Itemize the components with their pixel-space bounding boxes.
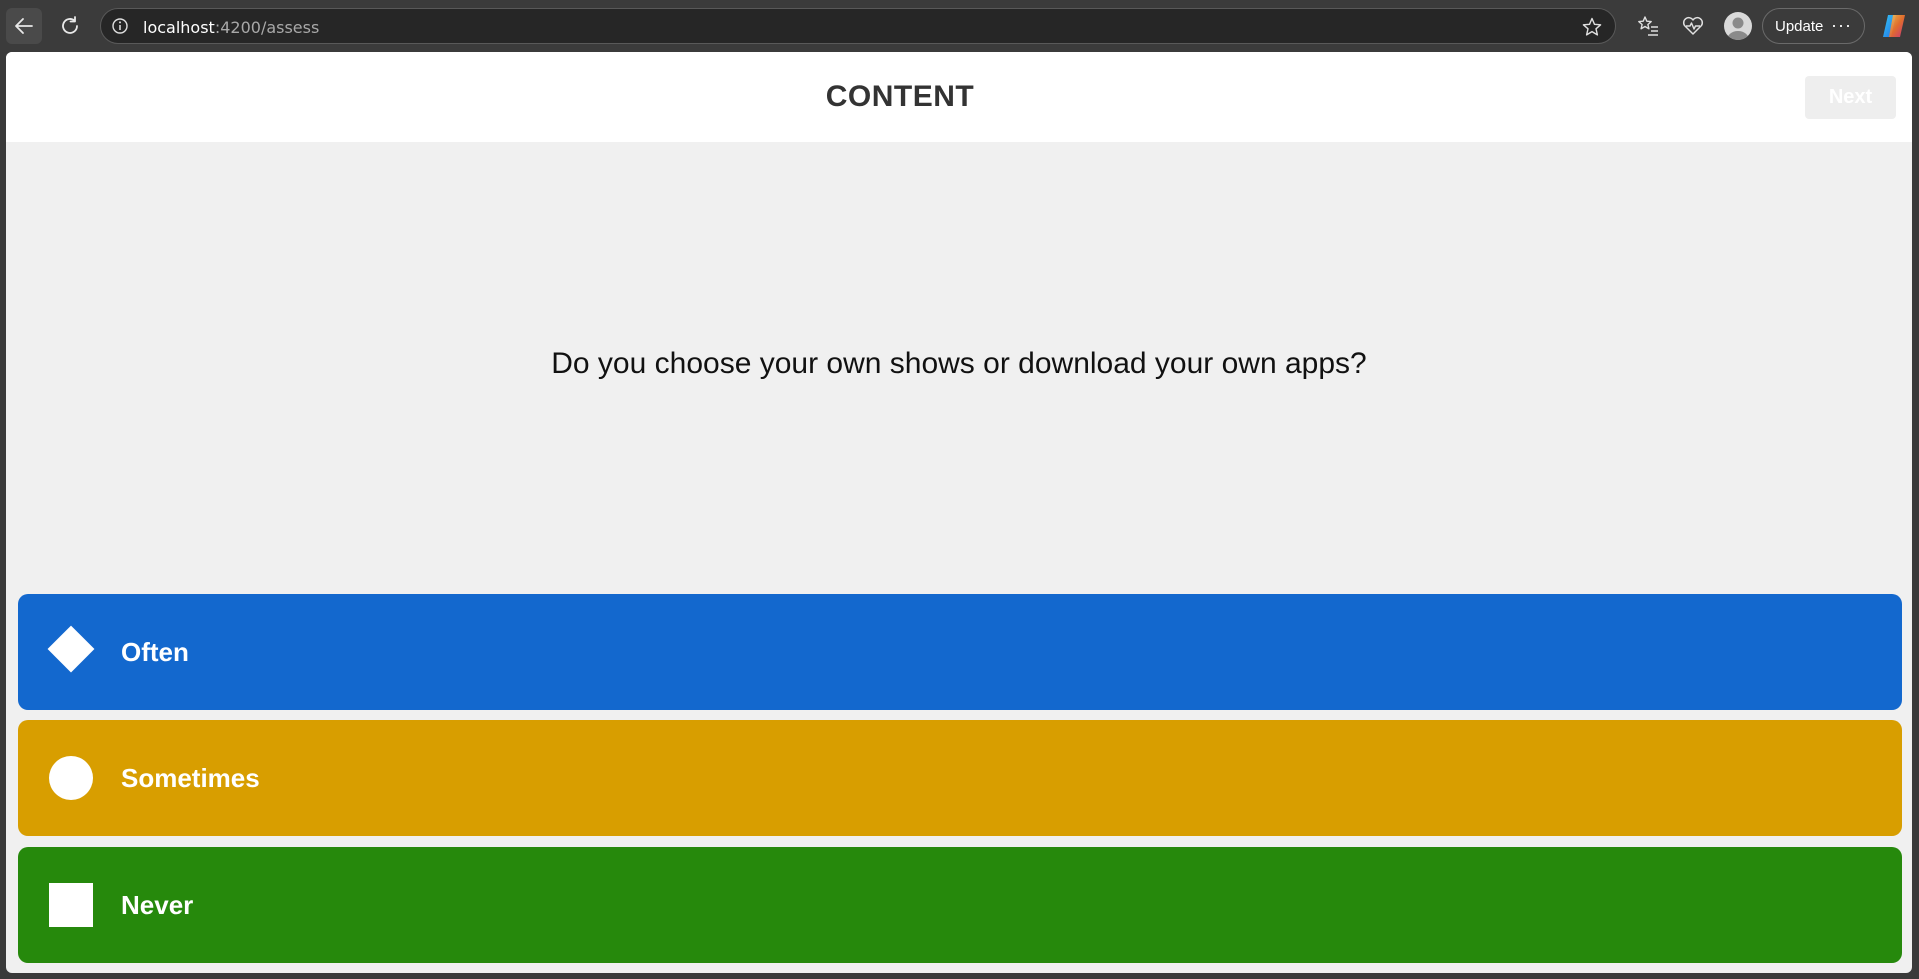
url-text[interactable]: localhost:4200/assess (143, 18, 319, 37)
page-viewport: CONTENT Next Do you choose your own show… (6, 52, 1912, 973)
url-path: :4200/assess (214, 18, 320, 37)
more-icon[interactable]: ··· (1831, 15, 1852, 36)
app-header: CONTENT Next (6, 52, 1912, 142)
next-button[interactable]: Next (1805, 76, 1896, 119)
copilot-icon[interactable] (1880, 12, 1908, 40)
answer-option-never[interactable]: Never (18, 847, 1902, 963)
answer-option-sometimes[interactable]: Sometimes (18, 720, 1902, 836)
favorite-star-icon[interactable] (1581, 16, 1603, 38)
diamond-icon (46, 625, 96, 677)
favorites-button[interactable] (1634, 12, 1662, 40)
answer-label: Never (121, 890, 194, 920)
favorites-list-icon (1638, 16, 1658, 36)
question-text: Do you choose your own shows or download… (551, 347, 1367, 380)
browser-toolbar: localhost:4200/assess Update ··· (0, 0, 1919, 52)
address-bar[interactable]: localhost:4200/assess (100, 8, 1616, 44)
answer-label: Sometimes (121, 763, 260, 793)
reload-icon (62, 16, 78, 34)
circle-icon (46, 753, 96, 803)
square-icon (46, 880, 96, 930)
answer-option-often[interactable]: Often (18, 594, 1902, 710)
url-host: localhost (143, 18, 215, 37)
browser-essentials-button[interactable] (1679, 12, 1707, 40)
update-button[interactable]: Update ··· (1762, 8, 1865, 44)
back-arrow-icon (15, 18, 33, 34)
answer-label: Often (121, 637, 189, 667)
browser-essentials-icon (1682, 16, 1704, 35)
profile-avatar-icon (1727, 17, 1749, 40)
back-button[interactable] (6, 8, 42, 44)
update-label: Update (1775, 17, 1824, 35)
profile-button[interactable] (1724, 12, 1752, 40)
page-title: CONTENT (825, 80, 975, 113)
reload-button[interactable] (52, 8, 88, 44)
site-info-icon[interactable] (111, 17, 129, 35)
